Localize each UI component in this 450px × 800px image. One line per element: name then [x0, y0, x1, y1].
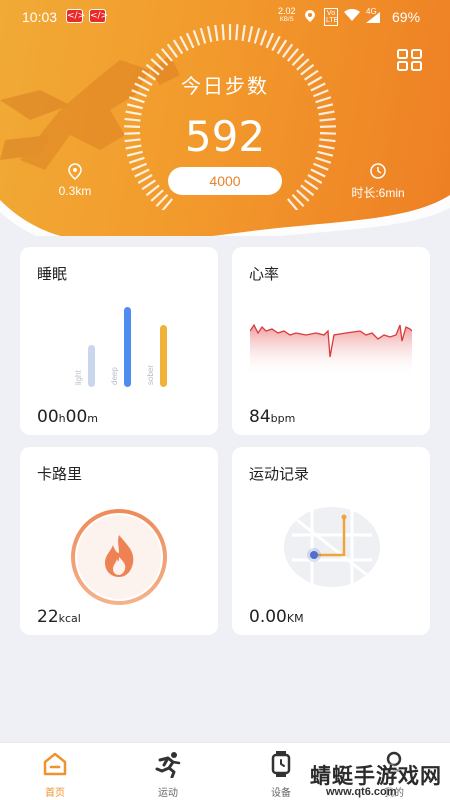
sleep-bar-label: sober: [146, 364, 155, 385]
gauge-tick: [271, 35, 281, 52]
volte-icon: Vo LTE: [324, 8, 339, 26]
gauge-tick: [291, 52, 305, 67]
sleep-title: 睡眠: [37, 266, 68, 283]
gauge-tick: [172, 39, 184, 55]
gauge-tick: [317, 103, 334, 110]
heart-rate-card[interactable]: 心率 84bpm: [232, 247, 430, 435]
gauge-tick: [276, 39, 288, 55]
watch-icon: [271, 751, 291, 777]
heart-rate-title: 心率: [249, 266, 280, 283]
sleep-value: 00h00m: [37, 407, 98, 427]
nav-home-label: 首页: [45, 788, 65, 799]
gauge-tick: [150, 58, 164, 71]
sleep-bar-light: [88, 345, 95, 387]
grid-menu-icon[interactable]: [397, 49, 423, 71]
watermark-url: www.qt6.com: [326, 786, 397, 798]
calorie-title: 卡路里: [37, 466, 83, 483]
nav-sport-label: 运动: [158, 788, 178, 799]
app-notification-icon: </>: [66, 9, 86, 23]
steps-label: 今日步数: [181, 76, 269, 98]
nav-home[interactable]: 首页: [15, 743, 95, 800]
calorie-card[interactable]: 卡路里 22kcal: [20, 447, 218, 635]
sleep-bar-deep: [124, 307, 131, 387]
battery-percent: 69%: [392, 9, 421, 25]
gauge-tick: [265, 32, 275, 49]
heart-rate-chart: [250, 323, 412, 377]
steps-header: 今日步数 592 4000 0.3km 时长:6min: [0, 0, 450, 236]
wifi-icon: [344, 9, 360, 21]
sport-record-card[interactable]: 运动记录 0.00KM: [232, 447, 430, 635]
signal-icon: [366, 12, 380, 23]
route-map: [284, 507, 380, 587]
header-wave: [0, 195, 450, 236]
gauge-tick: [287, 48, 299, 62]
gauge-tick: [185, 32, 195, 49]
home-icon: [43, 752, 67, 776]
gauge-tick: [166, 43, 178, 58]
location-icon: [305, 10, 315, 22]
sport-record-value: 0.00KM: [249, 607, 304, 627]
sleep-card[interactable]: 睡眠 light deep sober 00h00m: [20, 247, 218, 435]
sleep-bar-sober: [160, 325, 167, 387]
gauge-tick: [282, 43, 294, 58]
gauge-tick: [126, 103, 143, 110]
network-speed: 2.02 KB/S: [278, 6, 296, 24]
gauge-tick: [296, 58, 310, 71]
app-notification-icon: </>: [89, 9, 109, 23]
running-icon: [155, 752, 181, 778]
gauge-tick: [161, 48, 173, 62]
gauge-tick: [155, 52, 169, 67]
status-bar: 10:03 </> </> 2.02 KB/S Vo LTE 4G 69%: [0, 0, 450, 34]
sleep-bar-label: deep: [110, 367, 119, 385]
calorie-ring: [71, 509, 167, 605]
site-watermark: 蜻蜓手游戏网 www.qt6.com: [300, 758, 450, 800]
sport-record-title: 运动记录: [249, 466, 310, 483]
status-time: 10:03: [22, 9, 58, 25]
nav-sport[interactable]: 运动: [128, 743, 208, 800]
gauge-tick: [179, 35, 189, 52]
sleep-bar-label: light: [74, 370, 83, 385]
heart-rate-value: 84bpm: [249, 407, 296, 427]
calorie-value: 22kcal: [37, 607, 81, 627]
